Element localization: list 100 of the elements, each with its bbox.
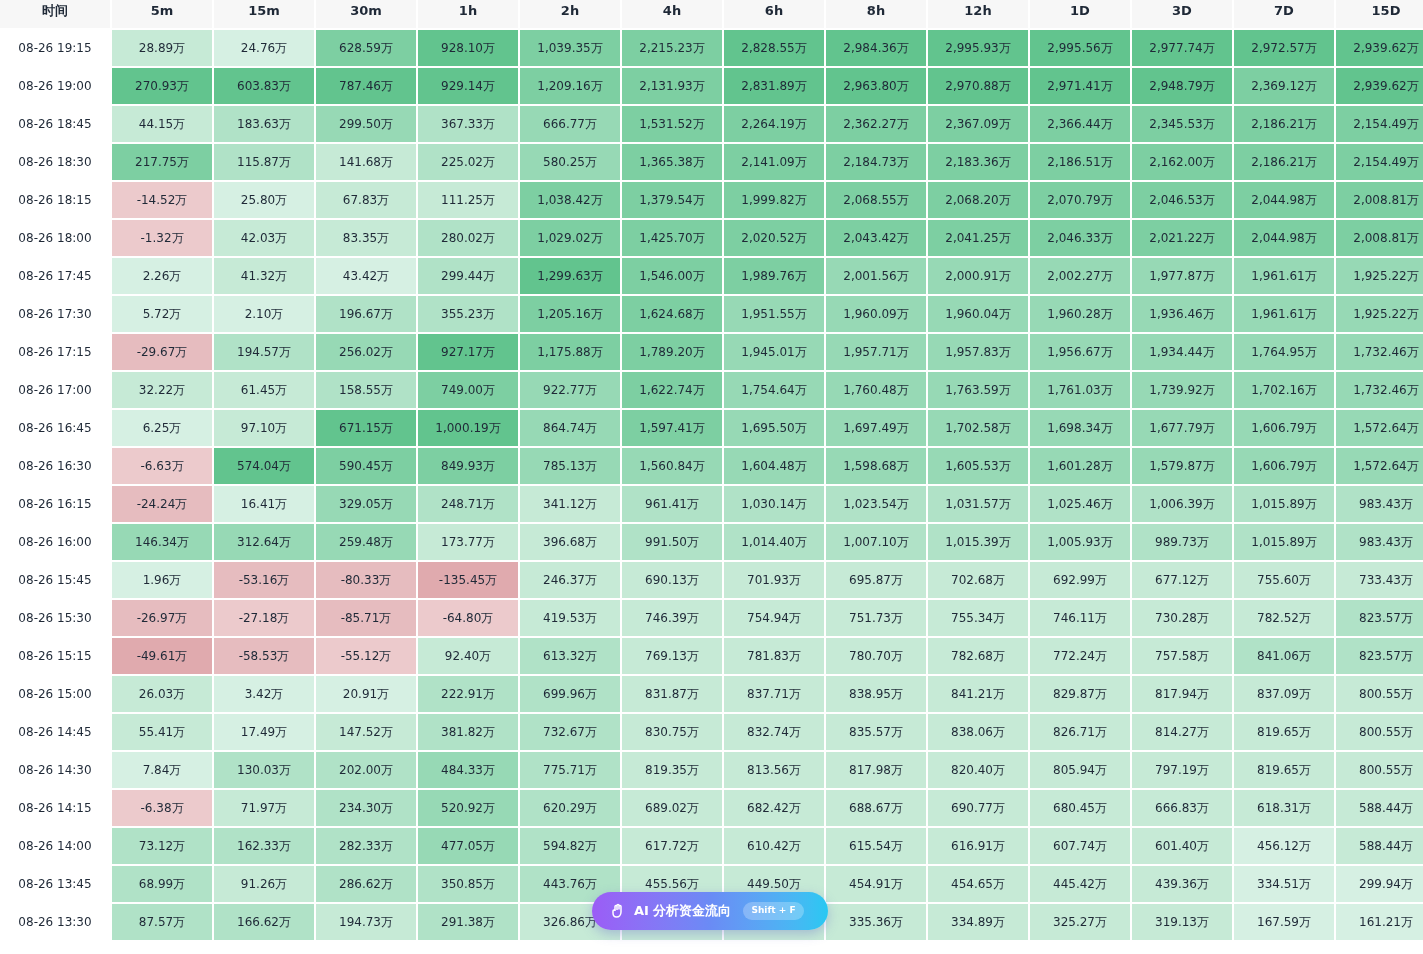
heatmap-cell: 588.44万	[1336, 828, 1423, 864]
heatmap-cell: 1,761.03万	[1030, 372, 1130, 408]
heatmap-cell: 1,732.46万	[1336, 334, 1423, 370]
heatmap-cell: 689.02万	[622, 790, 722, 826]
heatmap-cell: 1,957.71万	[826, 334, 926, 370]
heatmap-cell: 1,560.84万	[622, 448, 722, 484]
heatmap-cell: 202.00万	[316, 752, 416, 788]
heatmap-cell: 2,154.49万	[1336, 144, 1423, 180]
heatmap-cell: -55.12万	[316, 638, 416, 674]
heatmap-cell: 699.96万	[520, 676, 620, 712]
heatmap-cell: 2,041.25万	[928, 220, 1028, 256]
heatmap-cell: 820.40万	[928, 752, 1028, 788]
heatmap-cell: 67.83万	[316, 182, 416, 218]
heatmap-cell: 381.82万	[418, 714, 518, 750]
heatmap-cell: 5.72万	[112, 296, 212, 332]
heatmap-cell: 2,043.42万	[826, 220, 926, 256]
heatmap-cell: 837.71万	[724, 676, 824, 712]
heatmap-cell: 787.46万	[316, 68, 416, 104]
heatmap-cell: 484.33万	[418, 752, 518, 788]
heatmap-cell: 97.10万	[214, 410, 314, 446]
heatmap-cell: 270.93万	[112, 68, 212, 104]
column-header: 4h	[622, 0, 722, 28]
heatmap-cell: 680.45万	[1030, 790, 1130, 826]
heatmap-cell: -6.63万	[112, 448, 212, 484]
heatmap-cell: 755.34万	[928, 600, 1028, 636]
heatmap-cell: 782.68万	[928, 638, 1028, 674]
heatmap-cell: 830.75万	[622, 714, 722, 750]
heatmap-cell: -26.97万	[112, 600, 212, 636]
heatmap-cell: 1,677.79万	[1132, 410, 1232, 446]
heatmap-cell: 819.65万	[1234, 714, 1334, 750]
heatmap-cell: 2,044.98万	[1234, 220, 1334, 256]
heatmap-cell: 928.10万	[418, 30, 518, 66]
column-header: 5m	[112, 0, 212, 28]
heatmap-cell: 864.74万	[520, 410, 620, 446]
heatmap-cell: 690.77万	[928, 790, 1028, 826]
heatmap-cell: 2,828.55万	[724, 30, 824, 66]
heatmap-cell: 628.59万	[316, 30, 416, 66]
heatmap-cell: 43.42万	[316, 258, 416, 294]
heatmap-cell: 2,046.53万	[1132, 182, 1232, 218]
heatmap-cell: 1,604.48万	[724, 448, 824, 484]
heatmap-cell: 454.91万	[826, 866, 926, 902]
heatmap-cell: 183.63万	[214, 106, 314, 142]
heatmap-cell: -24.24万	[112, 486, 212, 522]
column-header: 1h	[418, 0, 518, 28]
heatmap-cell: 2,215.23万	[622, 30, 722, 66]
heatmap-cell: 111.25万	[418, 182, 518, 218]
heatmap-cell: 225.02万	[418, 144, 518, 180]
heatmap-cell: 2,141.09万	[724, 144, 824, 180]
heatmap-cell: 312.64万	[214, 524, 314, 560]
heatmap-cell: 173.77万	[418, 524, 518, 560]
heatmap-cell: 2,021.22万	[1132, 220, 1232, 256]
heatmap-cell: 334.89万	[928, 904, 1028, 940]
heatmap-cell: 800.55万	[1336, 676, 1423, 712]
heatmap-cell: 2,070.79万	[1030, 182, 1130, 218]
heatmap-cell: 319.13万	[1132, 904, 1232, 940]
heatmap-cell: 2,831.89万	[724, 68, 824, 104]
heatmap-cell: 147.52万	[316, 714, 416, 750]
heatmap-cell: 574.04万	[214, 448, 314, 484]
heatmap-cell: 1,934.44万	[1132, 334, 1232, 370]
heatmap-cell: 1,957.83万	[928, 334, 1028, 370]
heatmap-cell: 162.33万	[214, 828, 314, 864]
heatmap-cell: 130.03万	[214, 752, 314, 788]
heatmap-cell: 1,732.46万	[1336, 372, 1423, 408]
heatmap-cell: 355.23万	[418, 296, 518, 332]
heatmap-cell: 166.62万	[214, 904, 314, 940]
heatmap-cell: 73.12万	[112, 828, 212, 864]
heatmap-cell: 588.44万	[1336, 790, 1423, 826]
heatmap-cell: 1,365.38万	[622, 144, 722, 180]
heatmap-cell: 2,008.81万	[1336, 182, 1423, 218]
heatmap-cell: 922.77万	[520, 372, 620, 408]
heatmap-cell: 1,299.63万	[520, 258, 620, 294]
heatmap-cell: 299.94万	[1336, 866, 1423, 902]
heatmap-cell: -58.53万	[214, 638, 314, 674]
heatmap-cell: 800.55万	[1336, 752, 1423, 788]
heatmap-cell: 746.39万	[622, 600, 722, 636]
heatmap-cell: -14.52万	[112, 182, 212, 218]
heatmap-cell: 367.33万	[418, 106, 518, 142]
heatmap-cell: 835.57万	[826, 714, 926, 750]
column-header: 30m	[316, 0, 416, 28]
column-header: 1D	[1030, 0, 1130, 28]
heatmap-cell: 396.68万	[520, 524, 620, 560]
heatmap-cell: 666.83万	[1132, 790, 1232, 826]
heatmap-cell: 692.99万	[1030, 562, 1130, 598]
heatmap-cell: 454.65万	[928, 866, 1028, 902]
heatmap-cell: 746.11万	[1030, 600, 1130, 636]
heatmap-cell: 618.31万	[1234, 790, 1334, 826]
heatmap-cell: 26.03万	[112, 676, 212, 712]
heatmap-cell: 246.37万	[520, 562, 620, 598]
heatmap-cell: 1,015.89万	[1234, 486, 1334, 522]
heatmap-cell: 682.42万	[724, 790, 824, 826]
heatmap-cell: 2,939.62万	[1336, 30, 1423, 66]
heatmap-cell: 1,606.79万	[1234, 410, 1334, 446]
heatmap-cell: 520.92万	[418, 790, 518, 826]
heatmap-cell: 55.41万	[112, 714, 212, 750]
heatmap-cell: 797.19万	[1132, 752, 1232, 788]
heatmap-cell: 841.21万	[928, 676, 1028, 712]
heatmap-cell: 1,763.59万	[928, 372, 1028, 408]
heatmap-cell: 299.44万	[418, 258, 518, 294]
heatmap-cell: 2,995.93万	[928, 30, 1028, 66]
column-header: 时间	[0, 0, 110, 28]
